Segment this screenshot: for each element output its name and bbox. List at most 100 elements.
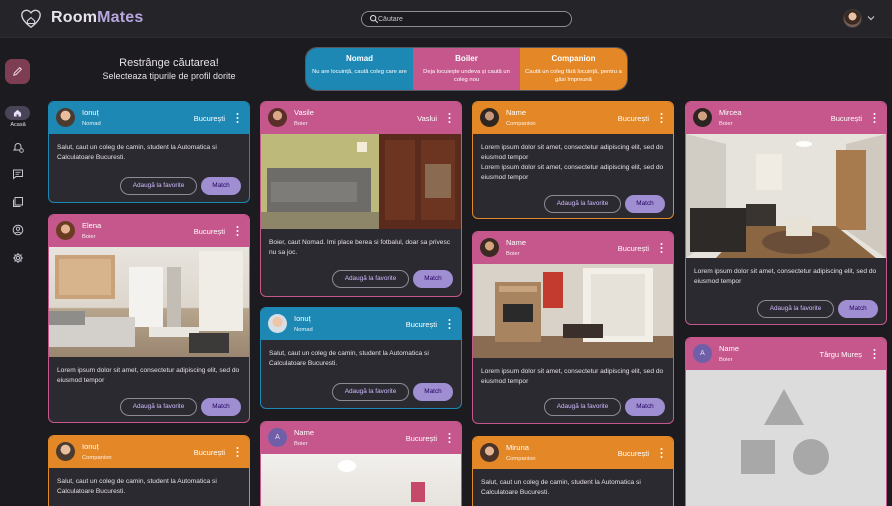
add-favorite-button[interactable]: Adaugă la favorite <box>120 177 197 195</box>
card-actions: Adaugă la favorite Match <box>261 264 461 296</box>
profile-avatar[interactable] <box>480 108 499 127</box>
profile-description: Lorem ipsum dolor sit amet, consectetur … <box>481 368 664 385</box>
card-header: A Name Boier Târgu Mureș <box>686 338 886 370</box>
add-favorite-button[interactable]: Adaugă la favorite <box>120 398 197 416</box>
notification-settings-icon[interactable] <box>12 141 24 153</box>
filter-option-desc: Caută un coleg fără locuință, pentru a g… <box>525 69 622 84</box>
profile-city: Târgu Mureș <box>819 350 862 359</box>
match-button[interactable]: Match <box>625 398 665 416</box>
chevron-down-icon[interactable] <box>866 14 876 22</box>
profile-type: Nomad <box>294 327 313 333</box>
card-actions: Adaugă la favorite Match <box>473 188 673 218</box>
home-icon <box>13 109 22 117</box>
nav-home-label: Acasă <box>10 122 26 128</box>
edit-fab-button[interactable] <box>5 59 30 84</box>
profile-card[interactable]: Name Companion București Lorem ipsum dol… <box>472 101 674 219</box>
profile-card[interactable]: Ionuț Companion București Salut, caut un… <box>48 435 250 506</box>
profile-avatar[interactable] <box>268 108 287 127</box>
profile-type: Boier <box>294 441 308 447</box>
profile-card[interactable]: Ionuț Nomad București Salut, caut un col… <box>48 101 250 203</box>
profile-avatar[interactable] <box>56 221 75 240</box>
filter-option-companion[interactable]: Companion Caută un coleg fără locuință, … <box>520 48 627 90</box>
profile-name: Name <box>294 428 315 437</box>
library-icon[interactable] <box>12 196 24 208</box>
add-favorite-button[interactable]: Adaugă la favorite <box>544 195 621 213</box>
pencil-icon <box>13 66 23 76</box>
profile-avatar[interactable]: A <box>268 428 287 447</box>
profile-description: Salut, caut un coleg de camin, student l… <box>481 479 641 496</box>
profile-card[interactable]: A Name Boier Târgu Mureș <box>685 337 887 506</box>
profile-card[interactable]: Vasile Boier Vaslui Boier, caut Nomad. I… <box>260 101 462 297</box>
room-photo <box>686 134 886 258</box>
filter-option-title: Nomad <box>345 54 374 63</box>
profile-type: Companion <box>506 121 536 127</box>
living-room-image <box>49 251 243 353</box>
profile-card[interactable]: Elena Boier București Lorem ipsum dolor … <box>48 214 250 423</box>
add-favorite-button[interactable]: Adaugă la favorite <box>544 398 621 416</box>
user-avatar[interactable] <box>843 9 862 28</box>
profile-card[interactable]: Ionuț Nomad București Salut, caut un col… <box>260 307 462 409</box>
profile-avatar[interactable] <box>693 108 712 127</box>
profile-type: Boier <box>82 234 96 240</box>
search-input[interactable] <box>378 12 568 26</box>
app-logo-text[interactable]: RoomMates <box>51 9 144 27</box>
match-button[interactable]: Match <box>838 300 878 318</box>
logo-heart-house-icon[interactable] <box>20 8 42 30</box>
more-vert-icon[interactable] <box>660 242 663 254</box>
profile-description: Salut, caut un coleg de camin, student l… <box>57 144 217 161</box>
profile-avatar[interactable] <box>56 108 75 127</box>
filter-option-boiler[interactable]: Boiler Deja locuiește undeva și caută un… <box>413 48 520 90</box>
profile-description: Lorem ipsum dolor sit amet, consectetur … <box>481 144 664 181</box>
profile-avatar[interactable] <box>268 314 287 333</box>
match-button[interactable]: Match <box>413 383 453 401</box>
profile-name: Ionuț <box>82 108 99 117</box>
profile-card[interactable]: Mircea Boier București Lorem ipsum dolor… <box>685 101 887 325</box>
more-vert-icon[interactable] <box>660 112 663 124</box>
profile-card[interactable]: Miruna Companion București Salut, caut u… <box>472 436 674 506</box>
chat-icon[interactable] <box>12 168 24 180</box>
more-vert-icon[interactable] <box>660 447 663 459</box>
profile-card[interactable]: A Name Boier București <box>260 421 462 506</box>
settings-gear-icon[interactable] <box>12 252 24 264</box>
profile-city: Vaslui <box>417 114 437 123</box>
search-bar[interactable] <box>361 11 572 27</box>
more-vert-icon[interactable] <box>873 112 876 124</box>
account-circle-icon[interactable] <box>12 224 24 236</box>
more-vert-icon[interactable] <box>448 318 451 330</box>
more-vert-icon[interactable] <box>236 112 239 124</box>
profile-city: București <box>405 434 437 443</box>
card-header: Miruna Companion București <box>473 437 673 469</box>
profile-card[interactable]: Name Boier București Lorem ipsum dolor s… <box>472 231 674 424</box>
card-actions: Adaugă la favorite Match <box>49 391 249 422</box>
filter-option-nomad[interactable]: Nomad Nu are locuință, caută coleg care … <box>306 48 413 90</box>
card-header: A Name Boier București <box>261 422 461 454</box>
profile-city: București <box>193 114 225 123</box>
placeholder-circle-icon <box>793 439 829 475</box>
profile-type: Boier <box>294 121 308 127</box>
profile-avatar[interactable]: A <box>693 344 712 363</box>
profile-avatar[interactable] <box>480 443 499 462</box>
match-button[interactable]: Match <box>625 195 665 213</box>
profile-avatar[interactable] <box>480 238 499 257</box>
card-header: Ionuț Nomad București <box>261 308 461 340</box>
add-favorite-button[interactable]: Adaugă la favorite <box>757 300 834 318</box>
add-favorite-button[interactable]: Adaugă la favorite <box>332 270 409 288</box>
more-vert-icon[interactable] <box>448 432 451 444</box>
card-header: Ionuț Companion București <box>49 436 249 468</box>
add-favorite-button[interactable]: Adaugă la favorite <box>332 383 409 401</box>
card-actions: Adaugă la favorite Match <box>261 378 461 408</box>
card-actions: Adaugă la favorite Match <box>49 172 249 202</box>
more-vert-icon[interactable] <box>873 348 876 360</box>
match-button[interactable]: Match <box>201 177 241 195</box>
more-vert-icon[interactable] <box>448 112 451 124</box>
more-vert-icon[interactable] <box>236 225 239 237</box>
card-actions: Adaugă la favorite Match <box>473 392 673 423</box>
match-button[interactable]: Match <box>201 398 241 416</box>
profile-avatar[interactable] <box>56 442 75 461</box>
more-vert-icon[interactable] <box>236 446 239 458</box>
profile-name: Ionuț <box>294 314 311 323</box>
profile-city: București <box>830 114 862 123</box>
nav-home[interactable] <box>5 106 30 120</box>
room-photo <box>261 454 461 506</box>
match-button[interactable]: Match <box>413 270 453 288</box>
